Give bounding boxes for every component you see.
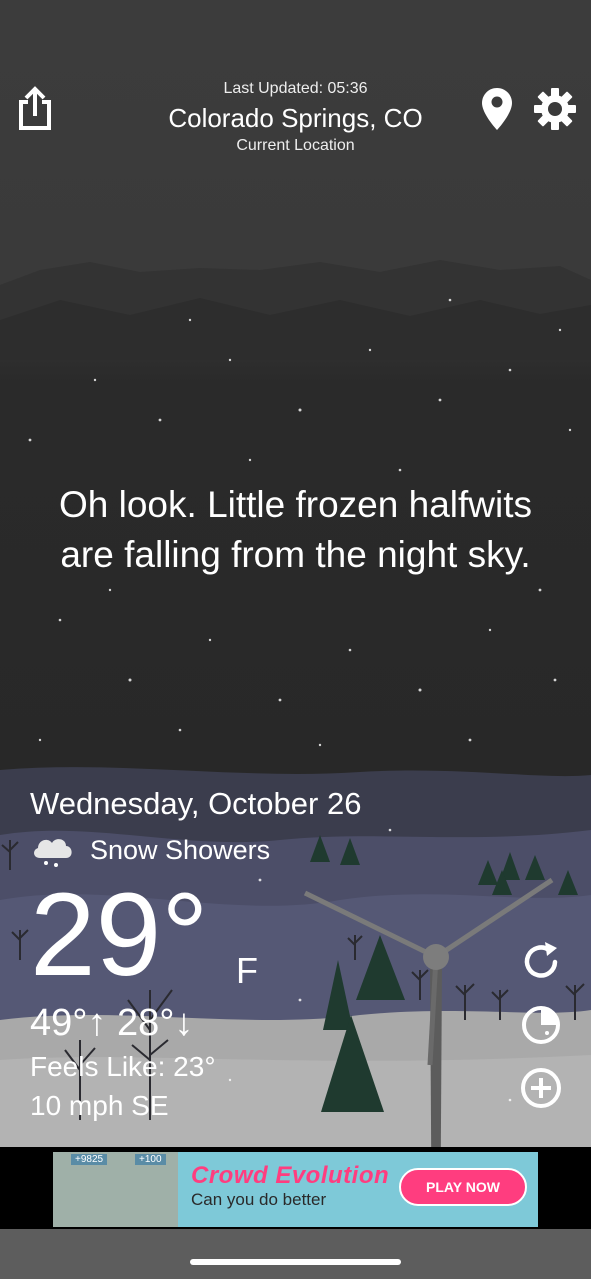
ad-game-thumbnail: +9825 +100 — [53, 1152, 178, 1227]
add-location-button[interactable] — [519, 1066, 563, 1110]
quote-line-1: Oh look. Little frozen halfwits — [59, 484, 532, 525]
condition-row: Snow Showers — [30, 832, 270, 868]
radar-button[interactable] — [519, 1003, 563, 1047]
ad-subtitle: Can you do better — [191, 1190, 327, 1209]
ad-play-now-button[interactable]: PLAY NOW — [399, 1168, 527, 1206]
header: Last Updated: 05:36 Colorado Springs, CO… — [0, 0, 591, 180]
location-pin-icon — [482, 88, 512, 130]
ad-title: Crowd Evolution — [191, 1162, 390, 1189]
ad-badge-1: +9825 — [71, 1154, 108, 1165]
location-button[interactable] — [482, 88, 512, 130]
temperature-unit[interactable]: F — [236, 950, 258, 992]
settings-button[interactable] — [533, 87, 577, 131]
bottom-area — [0, 1229, 591, 1279]
weather-quote: Oh look. Little frozen halfwits are fall… — [20, 480, 571, 580]
add-icon — [521, 1068, 561, 1108]
condition-text: Snow Showers — [90, 834, 271, 865]
ad-badge-2: +100 — [135, 1154, 166, 1165]
forecast-date: Wednesday, October 26 — [30, 786, 362, 821]
background-scene — [0, 0, 591, 1279]
current-temperature: 29° — [30, 869, 209, 1001]
radar-icon — [522, 1006, 560, 1044]
gear-icon — [534, 88, 576, 130]
ad-banner[interactable]: +9825 +100 Crowd Evolution Can you do be… — [53, 1152, 538, 1227]
refresh-button[interactable] — [519, 940, 563, 984]
wind-speed: 10 mph SE — [30, 1090, 169, 1121]
snow-cloud-icon — [34, 839, 72, 867]
home-indicator[interactable] — [190, 1259, 401, 1265]
current-location-label: Current Location — [236, 137, 355, 154]
refresh-icon — [524, 942, 558, 978]
high-low-temperature: 49°↑ 28°↓ — [30, 1002, 194, 1044]
quote-line-2: are falling from the night sky. — [60, 534, 531, 575]
feels-like: Feels Like: 23° — [30, 1051, 216, 1082]
